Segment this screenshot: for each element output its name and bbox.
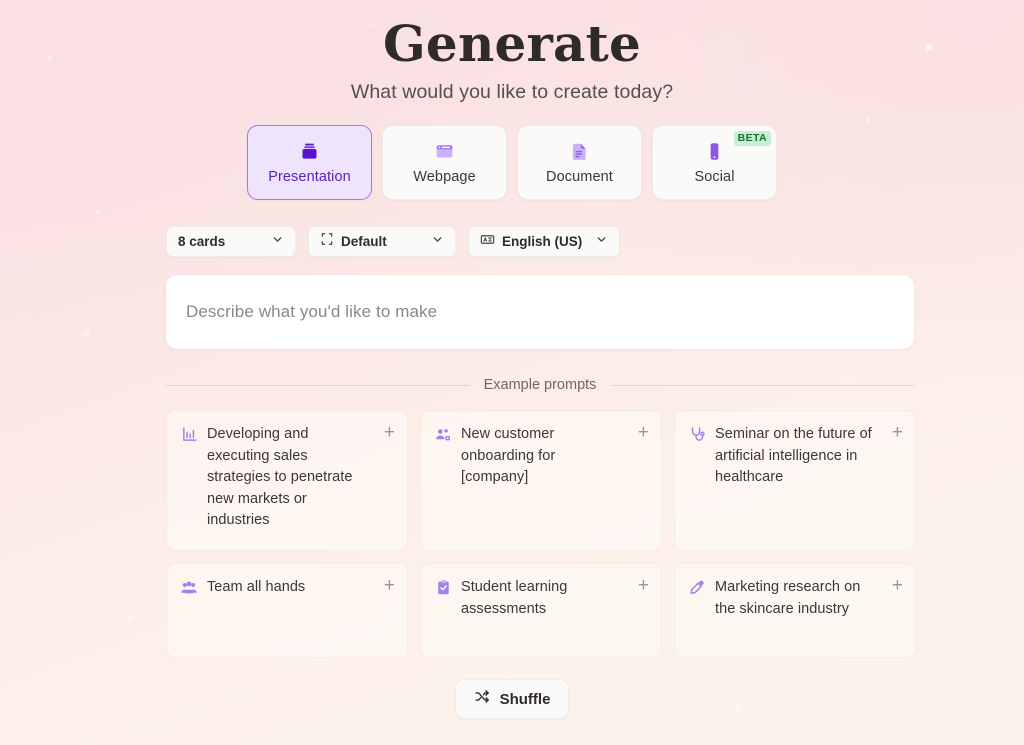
chevron-down-icon — [431, 233, 444, 251]
example-prompts-divider: Example prompts — [166, 377, 915, 393]
document-icon — [569, 140, 590, 162]
example-prompt-card[interactable]: Student learning assessments + — [420, 563, 662, 658]
webpage-icon — [434, 140, 455, 162]
translate-icon — [480, 232, 495, 252]
add-prompt-button[interactable]: + — [889, 576, 903, 595]
chevron-down-icon — [595, 233, 608, 251]
example-prompt-card[interactable]: Seminar on the future of artificial inte… — [674, 410, 916, 551]
prompt-placeholder: Describe what you'd like to make — [186, 302, 438, 321]
style-dropdown[interactable]: Default — [308, 226, 456, 257]
divider-line-right — [610, 384, 915, 386]
page-subtitle: What would you like to create today? — [350, 81, 674, 103]
example-prompt-text: New customer onboarding for [company] — [461, 426, 556, 485]
bar-chart-icon — [180, 424, 198, 444]
example-prompt-card[interactable]: Marketing research on the skincare indus… — [674, 563, 916, 658]
tab-social-label: Social — [694, 169, 735, 185]
users-icon — [180, 577, 198, 597]
dropper-icon — [688, 577, 706, 597]
status-badge-beta: BETA — [733, 131, 771, 146]
tab-presentation[interactable]: Presentation — [247, 125, 372, 200]
add-prompt-button[interactable]: + — [381, 423, 395, 442]
user-group-icon — [434, 424, 452, 444]
content-type-tabs: Presentation Webpage Document BETA Socia… — [0, 125, 1024, 200]
clipboard-check-icon — [434, 577, 452, 597]
example-prompt-text: Developing and executing sales strategie… — [207, 426, 353, 528]
language-value: English (US) — [502, 234, 583, 249]
presentation-icon — [299, 140, 320, 162]
shuffle-icon — [474, 688, 491, 710]
shuffle-row: Shuffle — [0, 679, 1024, 719]
social-icon — [704, 140, 725, 162]
add-prompt-button[interactable]: + — [635, 423, 649, 442]
add-prompt-button[interactable]: + — [635, 576, 649, 595]
example-prompt-grid: Developing and executing sales strategie… — [166, 410, 916, 658]
example-prompt-card[interactable]: Developing and executing sales strategie… — [166, 410, 408, 551]
shuffle-label: Shuffle — [499, 690, 551, 708]
generation-options: 8 cards Default English (US) — [166, 226, 1024, 257]
tab-webpage[interactable]: Webpage — [382, 125, 507, 200]
divider-label: Example prompts — [483, 377, 597, 393]
add-prompt-button[interactable]: + — [889, 423, 903, 442]
chevron-down-icon — [271, 233, 284, 251]
example-prompt-text: Seminar on the future of artificial inte… — [715, 426, 872, 485]
prompt-input[interactable]: Describe what you'd like to make — [166, 275, 914, 349]
example-prompt-text: Team all hands — [207, 579, 306, 595]
card-count-dropdown[interactable]: 8 cards — [166, 226, 296, 257]
add-prompt-button[interactable]: + — [381, 576, 395, 595]
language-dropdown[interactable]: English (US) — [468, 226, 620, 257]
tab-webpage-label: Webpage — [413, 169, 476, 185]
tab-document-label: Document — [546, 169, 613, 185]
shuffle-button[interactable]: Shuffle — [454, 679, 570, 719]
example-prompt-text: Marketing research on the skincare indus… — [715, 579, 861, 617]
tab-social[interactable]: BETA Social — [652, 125, 777, 200]
page-title: Generate — [383, 14, 641, 73]
tab-presentation-label: Presentation — [268, 169, 351, 185]
frame-icon — [320, 232, 334, 251]
divider-line-left — [166, 384, 470, 386]
example-prompt-card[interactable]: Team all hands + — [166, 563, 408, 658]
tab-document[interactable]: Document — [517, 125, 642, 200]
card-count-value: 8 cards — [178, 234, 226, 249]
generate-page: Generate What would you like to create t… — [0, 0, 1024, 745]
style-value: Default — [341, 234, 387, 249]
stethoscope-icon — [688, 424, 706, 444]
example-prompt-card[interactable]: New customer onboarding for [company] + — [420, 410, 662, 551]
example-prompt-text: Student learning assessments — [461, 579, 568, 617]
